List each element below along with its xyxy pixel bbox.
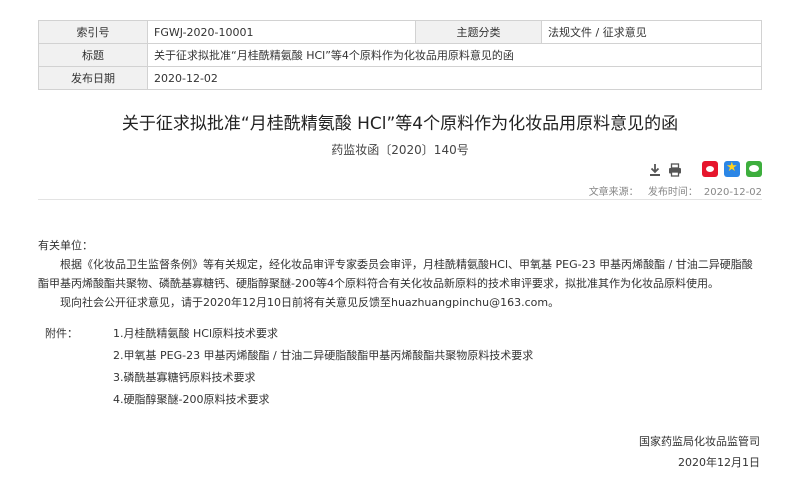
- category-label: 主题分类: [415, 20, 542, 44]
- publish-label: 发布时间：: [647, 187, 698, 198]
- date-label: 发布日期: [38, 66, 148, 90]
- signature-date: 2020年12月1日: [678, 456, 760, 469]
- attachment-item: 2.甲氧基 PEG-23 甲基丙烯酸酯 / 甘油二异硬脂酸酯甲基丙烯酸酯共聚物原…: [113, 349, 534, 362]
- divider: [38, 199, 762, 200]
- body-paragraph: 现向社会公开征求意见，请于2020年12月10日前将有关意见反馈至huazhua…: [60, 296, 560, 309]
- meta-row: 索引号 FGWJ-2020-10001 主题分类 法规文件 / 征求意见: [38, 20, 762, 44]
- attachments: 附件： 1.月桂酰精氨酸 HCl原料技术要求 2.甲氧基 PEG-23 甲基丙烯…: [38, 324, 762, 409]
- weibo-icon[interactable]: [702, 161, 718, 177]
- doc-number: 药监妆函〔2020〕140号: [331, 143, 469, 157]
- title-label: 标题: [38, 43, 148, 67]
- attachments-label: 附件：: [45, 327, 78, 340]
- meta-row: 标题 关于征求拟批准“月桂酰精氨酸 HCl”等4个原料作为化妆品用原料意见的函: [38, 43, 762, 67]
- attachment-item: 3.磷酰基寡糖钙原料技术要求: [113, 371, 256, 384]
- attachment-item: 4.硬脂醇聚醚-200原料技术要求: [113, 393, 270, 406]
- signature: 国家药监局化妆品监管司 2020年12月1日: [639, 432, 760, 472]
- qzone-icon[interactable]: [724, 160, 740, 177]
- wechat-icon[interactable]: [746, 161, 762, 177]
- index-value: FGWJ-2020-10001: [147, 20, 416, 44]
- meta-table: 索引号 FGWJ-2020-10001 主题分类 法规文件 / 征求意见 标题 …: [38, 20, 762, 90]
- category-value: 法规文件 / 征求意见: [541, 20, 762, 44]
- article-body: 有关单位： 根据《化妆品卫生监督条例》等有关规定，经化妆品审评专家委员会审评，月…: [38, 236, 762, 409]
- article-source-line: 文章来源： 发布时间： 2020-12-02: [589, 183, 762, 198]
- source-label: 文章来源：: [588, 187, 639, 198]
- toolbar: [648, 160, 762, 178]
- download-icon[interactable]: [648, 162, 662, 176]
- title-value: 关于征求拟批准“月桂酰精氨酸 HCl”等4个原料作为化妆品用原料意见的函: [147, 43, 762, 67]
- article-title: 关于征求拟批准“月桂酰精氨酸 HCl”等4个原料作为化妆品用原料意见的函: [121, 114, 679, 134]
- attachment-item: 1.月桂酰精氨酸 HCl原料技术要求: [113, 327, 278, 340]
- meta-row: 发布日期 2020-12-02: [38, 66, 762, 90]
- print-icon[interactable]: [668, 162, 682, 177]
- publish-date: 2020-12-02: [703, 187, 762, 198]
- attachment-list: 1.月桂酰精氨酸 HCl原料技术要求 2.甲氧基 PEG-23 甲基丙烯酸酯 /…: [113, 324, 533, 409]
- salutation: 有关单位：: [38, 239, 93, 252]
- signature-org: 国家药监局化妆品监管司: [639, 435, 760, 448]
- body-paragraph: 根据《化妆品卫生监督条例》等有关规定，经化妆品审评专家委员会审评，月桂酰精氨酸H…: [38, 258, 753, 290]
- index-label: 索引号: [38, 20, 148, 44]
- date-value: 2020-12-02: [147, 66, 762, 90]
